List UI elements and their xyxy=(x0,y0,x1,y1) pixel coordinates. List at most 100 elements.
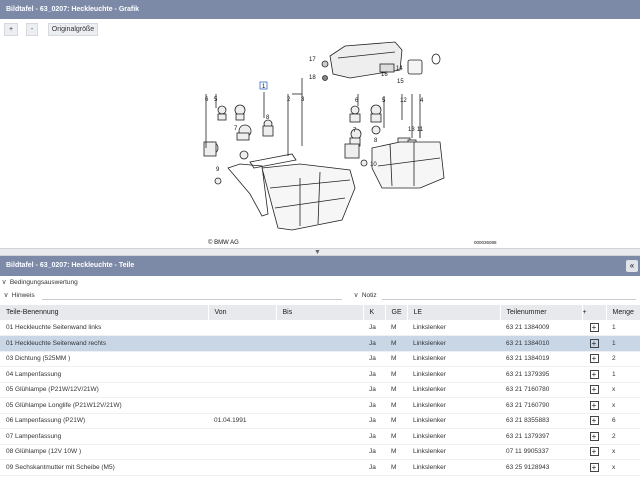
cell-nr: 63 21 1379397 xyxy=(500,428,582,445)
cell-nr: 63 21 1379395 xyxy=(500,366,582,383)
table-row[interactable]: 01 Heckleuchte Seitenwand rechts Ja M Links… xyxy=(0,335,640,352)
cell-von xyxy=(208,428,276,445)
criteria-toggle[interactable]: ∨ Bedingungsauswertung xyxy=(0,276,640,289)
collapse-panel-icon[interactable]: « xyxy=(626,260,638,272)
cell-k: Ja xyxy=(363,397,385,414)
cell-add: + xyxy=(582,444,606,460)
callout-9: 9 xyxy=(216,167,220,173)
cell-le: Linkslenker xyxy=(407,351,500,367)
table-row[interactable]: 05 Glühlampe (P21W/12V/21W) Ja M Linkslenke… xyxy=(0,382,640,398)
cell-add: + xyxy=(582,320,606,336)
callout-12: 12 xyxy=(400,98,407,104)
zoom-out-button[interactable]: - xyxy=(26,23,38,36)
col-header-part-number[interactable]: Teilenummer xyxy=(500,305,583,320)
table-row[interactable]: 08 Glühlampe (12V 10W ) Ja M Linkslenker 07 … xyxy=(0,444,640,460)
cell-bis xyxy=(276,335,363,352)
original-size-button[interactable]: Originalgröße xyxy=(48,23,98,36)
cell-quantity: 1 xyxy=(606,366,640,383)
add-to-cart-icon[interactable]: + xyxy=(589,400,599,410)
add-to-cart-icon[interactable]: + xyxy=(589,369,599,379)
add-to-cart-icon[interactable]: + xyxy=(589,416,599,426)
cell-name: 01 Heckleuchte Seitenwand rechts xyxy=(0,335,208,352)
parts-panel-title: Bildtafel - 63_0207: Heckleuchte - Teile… xyxy=(0,256,640,276)
filter-row: ∨ Hinweis ∨ Notiz xyxy=(0,289,640,303)
cell-le: Linkslenker xyxy=(407,335,500,352)
graphic-toolbar: + - Originalgröße xyxy=(0,21,640,38)
cell-name: 08 Glühlampe (12V 10W ) xyxy=(0,444,208,460)
cell-von xyxy=(208,397,276,414)
notes-label: Notiz xyxy=(361,292,377,299)
notes-divider xyxy=(382,299,636,300)
zoom-in-button[interactable]: + xyxy=(4,23,18,36)
cell-add: + xyxy=(582,366,606,383)
splitter-grip-icon[interactable]: ▼ xyxy=(314,249,321,256)
cell-von xyxy=(208,459,276,476)
cell-name: 09 Sechskantmutter mit Scheibe (M5) xyxy=(0,459,208,476)
table-row[interactable]: 09 Sechskantmutter mit Scheibe (M5) Ja M Li… xyxy=(0,459,640,476)
cell-add: + xyxy=(582,351,606,367)
hint-toggle[interactable]: ∨ Hinweis xyxy=(2,289,34,303)
cell-k: Ja xyxy=(363,428,385,445)
add-to-cart-icon[interactable]: + xyxy=(589,354,599,364)
add-to-cart-icon[interactable]: + xyxy=(589,385,599,395)
cell-le: Linkslenker xyxy=(407,444,500,460)
col-header-from[interactable]: Von xyxy=(208,305,277,320)
cell-name: 04 Lampenfassung xyxy=(0,366,208,383)
table-row[interactable]: 04 Lampenfassung Ja M Linkslenker 63 21 1379… xyxy=(0,366,640,383)
add-to-cart-icon[interactable]: + xyxy=(589,323,599,332)
cell-ge: M xyxy=(385,335,407,352)
table-row[interactable]: 06 Lampenfassung (P21W) 01.04.1991 Ja M Link… xyxy=(0,413,640,429)
criteria-label: Bedingungsauswertung xyxy=(9,279,78,286)
cell-name: 07 Lampenfassung xyxy=(0,428,208,445)
add-to-cart-icon[interactable]: + xyxy=(589,462,599,472)
table-row[interactable]: 01 Heckleuchte Seitenwand links Ja M Linksl… xyxy=(0,320,640,336)
cell-von xyxy=(208,335,276,352)
cell-k: Ja xyxy=(363,366,385,383)
cell-name: 05 Glühlampe (P21W/12V/21W) xyxy=(0,382,208,398)
callout-17: 17 xyxy=(309,57,316,63)
col-header-ge[interactable]: GE xyxy=(385,305,408,320)
parts-table: Teile-Benennung Von Bis K GE LE Teilenum… xyxy=(0,305,640,476)
col-header-k[interactable]: K xyxy=(363,305,386,320)
table-row[interactable]: 07 Lampenfassung Ja M Linkslenker 63 21 1379… xyxy=(0,428,640,445)
callout-18: 18 xyxy=(309,75,316,81)
cell-ge: M xyxy=(385,366,407,383)
cell-k: Ja xyxy=(363,351,385,367)
col-header-le[interactable]: LE xyxy=(407,305,501,320)
table-row[interactable]: 03 Dichtung (525MM ) Ja M Linkslenker 63 21 … xyxy=(0,351,640,367)
cell-bis xyxy=(276,320,363,336)
callout-5: 5 xyxy=(214,97,218,103)
cell-k: Ja xyxy=(363,459,385,476)
add-to-cart-icon[interactable]: + xyxy=(589,338,599,348)
cell-k: Ja xyxy=(363,444,385,460)
cell-nr: 63 21 8355883 xyxy=(500,413,582,429)
cell-le: Linkslenker xyxy=(407,320,500,336)
cell-bis xyxy=(276,444,363,460)
cell-quantity: 2 xyxy=(606,428,640,445)
cell-le: Linkslenker xyxy=(407,428,500,445)
cell-le: Linkslenker xyxy=(407,459,500,476)
col-header-to[interactable]: Bis xyxy=(276,305,364,320)
cell-k: Ja xyxy=(363,413,385,429)
panel-splitter[interactable]: ▼ xyxy=(0,248,640,256)
table-row[interactable]: 05 Glühlampe Longlife (P21W12V/21W) Ja M Li… xyxy=(0,397,640,414)
callout-7: 7 xyxy=(234,126,238,132)
cell-quantity: 2 xyxy=(606,351,640,367)
cell-bis xyxy=(276,428,363,445)
col-header-name[interactable]: Teile-Benennung xyxy=(0,305,209,320)
callout-11: 11 xyxy=(417,127,424,133)
cell-name: 03 Dichtung (525MM ) xyxy=(0,351,208,367)
exploded-parts-diagram[interactable]: 17 18 14 15 16 1 6 5 2 3 7 8 9 6 5 12 4 … xyxy=(0,38,640,248)
cell-ge: M xyxy=(385,382,407,398)
notes-toggle[interactable]: ∨ Notiz xyxy=(352,289,377,303)
graphic-panel-title: Bildtafel - 63_0207: Heckleuchte - Grafi… xyxy=(0,0,640,19)
cell-von: 01.04.1991 xyxy=(208,413,276,429)
cell-le: Linkslenker xyxy=(407,382,500,398)
col-header-quantity[interactable]: Menge xyxy=(606,305,640,320)
add-to-cart-icon[interactable]: + xyxy=(589,447,599,457)
cell-nr: 63 21 7160780 xyxy=(500,382,582,398)
add-to-cart-icon[interactable]: + xyxy=(589,431,599,441)
cell-bis xyxy=(276,413,363,429)
cell-von xyxy=(208,351,276,367)
col-header-add: + xyxy=(582,305,607,320)
